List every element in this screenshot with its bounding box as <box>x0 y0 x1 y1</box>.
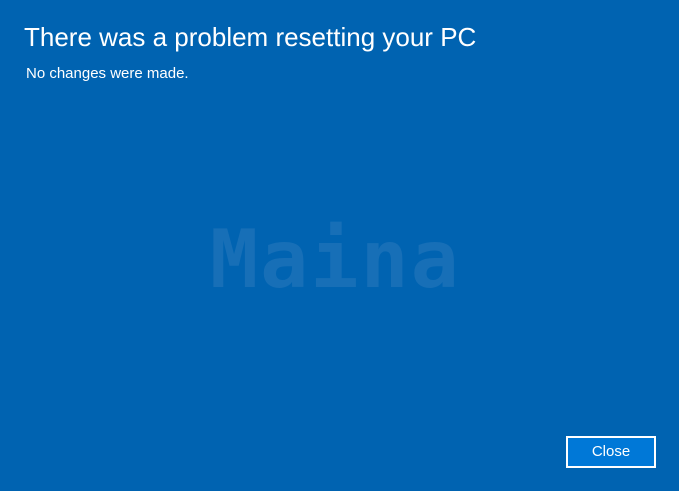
watermark-logo: Maina <box>210 213 461 306</box>
dialog-title: There was a problem resetting your PC <box>24 22 477 52</box>
close-button[interactable]: Close <box>566 436 656 468</box>
dialog-message: No changes were made. <box>26 65 189 82</box>
reset-error-dialog: There was a problem resetting your PC No… <box>0 0 679 491</box>
